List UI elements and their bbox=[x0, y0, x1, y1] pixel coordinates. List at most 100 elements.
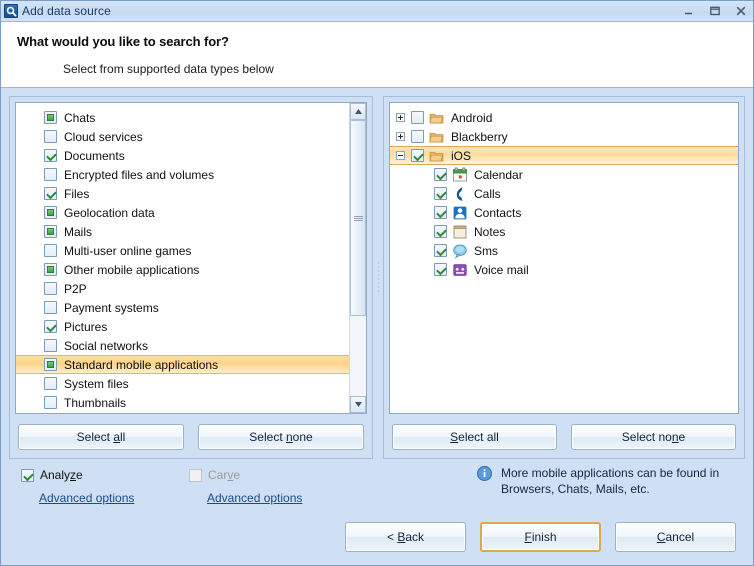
data-type-checkbox[interactable] bbox=[44, 282, 57, 295]
voicemail-icon bbox=[452, 262, 468, 278]
expand-icon[interactable] bbox=[396, 113, 405, 122]
list-item[interactable]: Social networks bbox=[16, 336, 349, 355]
list-item-label: Mails bbox=[64, 224, 93, 239]
collapse-icon[interactable] bbox=[396, 151, 405, 160]
left-select-none-label: Select none bbox=[249, 430, 313, 444]
tree-node-checkbox[interactable] bbox=[434, 206, 447, 219]
right-select-all-button[interactable]: Select all bbox=[392, 424, 557, 450]
minimize-icon[interactable] bbox=[681, 3, 697, 19]
data-type-checkbox[interactable] bbox=[44, 244, 57, 257]
page-subtitle: Select from supported data types below bbox=[63, 62, 274, 76]
list-item[interactable]: System files bbox=[16, 374, 349, 393]
data-type-checkbox[interactable] bbox=[44, 130, 57, 143]
scrollbar-track[interactable] bbox=[350, 120, 366, 396]
info-note: More mobile applications can be found in… bbox=[477, 465, 719, 497]
left-select-none-button[interactable]: Select none bbox=[198, 424, 364, 450]
list-item[interactable]: Geolocation data bbox=[16, 203, 349, 222]
list-item[interactable]: Payment systems bbox=[16, 298, 349, 317]
close-icon[interactable] bbox=[733, 3, 749, 19]
data-type-checkbox[interactable] bbox=[44, 320, 57, 333]
tree-node-label: Voice mail bbox=[474, 262, 529, 277]
tree-node[interactable]: Voice mail bbox=[390, 260, 738, 279]
list-item-label: Social networks bbox=[64, 338, 149, 353]
back-button[interactable]: < Back bbox=[345, 522, 466, 552]
list-item-label: Files bbox=[64, 186, 90, 201]
list-item[interactable]: Standard mobile applications bbox=[16, 355, 349, 374]
scroll-down-icon[interactable] bbox=[350, 396, 366, 413]
tree-node[interactable]: Android bbox=[390, 108, 738, 127]
carve-advanced-options-link[interactable]: Advanced options bbox=[207, 491, 302, 505]
mobile-apps-buttons: Select all Select none bbox=[389, 414, 739, 453]
list-item-label: Pictures bbox=[64, 319, 108, 334]
carve-checkbox-row[interactable]: Carve bbox=[189, 467, 357, 483]
data-type-checkbox[interactable] bbox=[44, 111, 57, 124]
tree-node[interactable]: Sms bbox=[390, 241, 738, 260]
list-item[interactable]: Files bbox=[16, 184, 349, 203]
finish-label: Finish bbox=[524, 530, 557, 544]
list-item[interactable]: Encrypted files and volumes bbox=[16, 165, 349, 184]
left-select-all-button[interactable]: Select all bbox=[18, 424, 184, 450]
data-type-checkbox[interactable] bbox=[44, 168, 57, 181]
page-title: What would you like to search for? bbox=[17, 34, 229, 49]
notes-icon bbox=[452, 224, 468, 240]
data-type-checkbox[interactable] bbox=[44, 206, 57, 219]
tree-node-checkbox[interactable] bbox=[434, 187, 447, 200]
tree-node[interactable]: Notes bbox=[390, 222, 738, 241]
data-type-checkbox[interactable] bbox=[44, 377, 57, 390]
data-type-checkbox[interactable] bbox=[44, 225, 57, 238]
maximize-icon[interactable] bbox=[707, 3, 723, 19]
data-type-checkbox[interactable] bbox=[44, 358, 57, 371]
tree-node[interactable]: iOS bbox=[390, 146, 738, 165]
tree-node-checkbox[interactable] bbox=[411, 111, 424, 124]
finish-button[interactable]: Finish bbox=[480, 522, 601, 552]
tree-node-checkbox[interactable] bbox=[411, 149, 424, 162]
carve-label: Carve bbox=[208, 468, 241, 482]
data-types-scrollbar[interactable] bbox=[349, 103, 366, 413]
list-item[interactable]: Mails bbox=[16, 222, 349, 241]
dialog-body: Chats Cloud services Documents Encrypted fi… bbox=[1, 88, 753, 509]
data-type-checkbox[interactable] bbox=[44, 187, 57, 200]
wizard-header: What would you like to search for? Selec… bbox=[1, 22, 753, 88]
scrollbar-thumb[interactable] bbox=[350, 120, 366, 316]
list-item[interactable]: Multi-user online games bbox=[16, 241, 349, 260]
tree-node-checkbox[interactable] bbox=[411, 130, 424, 143]
cancel-button[interactable]: Cancel bbox=[615, 522, 736, 552]
data-types-list[interactable]: Chats Cloud services Documents Encrypted fi… bbox=[15, 102, 367, 414]
data-type-checkbox[interactable] bbox=[44, 339, 57, 352]
data-type-checkbox[interactable] bbox=[44, 396, 57, 409]
list-item[interactable]: Thumbnails bbox=[16, 393, 349, 412]
contact-icon bbox=[452, 205, 468, 221]
list-item[interactable]: Other mobile applications bbox=[16, 260, 349, 279]
data-type-checkbox[interactable] bbox=[44, 263, 57, 276]
list-item[interactable]: Pictures bbox=[16, 317, 349, 336]
data-type-checkbox[interactable] bbox=[44, 149, 57, 162]
analyze-advanced-options-link[interactable]: Advanced options bbox=[39, 491, 134, 505]
list-item[interactable]: Documents bbox=[16, 146, 349, 165]
list-item[interactable]: Cloud services bbox=[16, 127, 349, 146]
list-item[interactable]: Chats bbox=[16, 108, 349, 127]
tree-node[interactable]: Blackberry bbox=[390, 127, 738, 146]
tree-node-checkbox[interactable] bbox=[434, 244, 447, 257]
tree-node[interactable]: Calls bbox=[390, 184, 738, 203]
list-item-label: Other mobile applications bbox=[64, 262, 200, 277]
pane-splitter[interactable] bbox=[373, 96, 383, 459]
expand-icon[interactable] bbox=[396, 132, 405, 141]
tree-node-checkbox[interactable] bbox=[434, 225, 447, 238]
scroll-up-icon[interactable] bbox=[350, 103, 366, 120]
right-select-none-button[interactable]: Select none bbox=[571, 424, 736, 450]
analyze-checkbox-row[interactable]: Analyze bbox=[21, 467, 189, 483]
folder-icon bbox=[429, 110, 445, 126]
analyze-checkbox[interactable] bbox=[21, 468, 34, 482]
tree-node-checkbox[interactable] bbox=[434, 168, 447, 181]
info-text: More mobile applications can be found in… bbox=[501, 465, 719, 497]
tree-node[interactable]: Calendar bbox=[390, 165, 738, 184]
sms-icon bbox=[452, 243, 468, 259]
data-type-checkbox[interactable] bbox=[44, 301, 57, 314]
mobile-apps-tree[interactable]: Android Blackberry iOS Calendar Calls Contact… bbox=[389, 102, 739, 414]
tree-node-checkbox[interactable] bbox=[434, 263, 447, 276]
carve-checkbox[interactable] bbox=[189, 468, 202, 482]
tree-node[interactable]: Contacts bbox=[390, 203, 738, 222]
list-item[interactable]: P2P bbox=[16, 279, 349, 298]
tree-node-label: Calendar bbox=[474, 167, 523, 182]
data-types-items: Chats Cloud services Documents Encrypted fi… bbox=[16, 103, 349, 413]
